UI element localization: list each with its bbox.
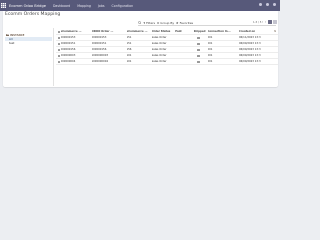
nav-item-configuration[interactable]: Configuration [112,4,134,8]
paid-label: Paid [175,30,182,33]
search-icon-svg [138,20,142,25]
ecommerce-ref-cell: 101 [126,60,132,63]
shipped-checkbox[interactable] [197,36,200,40]
odoo-order-cell: 1000000004 [91,60,109,63]
instance-header-label: INSTANCE [10,33,25,37]
shipped-checkbox[interactable] [197,42,200,46]
folder-icon [6,34,9,37]
instance-item-label: test [9,41,15,46]
pager-next-icon[interactable]: › [265,20,266,24]
filters-label: Filters [146,20,156,25]
star-icon: ★ [175,20,179,25]
order-status-label: Order Status [151,30,171,33]
app-brand[interactable]: Ecomm Odoo Bridge [9,4,46,8]
order-status-cell: Sales Order [151,60,167,63]
apps-grid-icon[interactable] [0,0,7,11]
instance-item-test[interactable]: test [5,41,52,45]
groupby-icon: ≡ [156,20,160,25]
search-input[interactable] [194,20,276,25]
orders-table: eCommerce ... ODOO Order ... eCommerce .… [56,29,278,65]
shipped-checkbox[interactable] [197,48,200,52]
nav-item-mapping[interactable]: Mapping [77,4,91,8]
filters-button[interactable]: ▾ Filters [144,21,156,25]
page-title: Ecomm Orders Mapping [5,12,61,17]
list-view-icon[interactable] [268,20,272,24]
kanban-view-icon[interactable] [273,20,277,24]
apps-grid-svg [1,3,6,8]
nav-item-jobs[interactable]: Jobs [98,4,105,8]
groupby-label: Group By [160,20,175,25]
top-navbar: Ecomm Odoo Bridge Dashboard Mapping Jobs… [0,0,280,11]
shipped-checkbox[interactable] [197,54,200,58]
ecommerce-order-cell: 000000004 [60,60,76,63]
table-row[interactable]: 000000004 1000000004 101 Sales Order 001… [56,59,278,65]
connection-cell: 001 [207,60,213,63]
systray [259,3,276,6]
systray-chat-icon[interactable] [259,3,262,6]
favorites-label: Favorites [179,20,194,25]
pager-prev-icon[interactable]: ‹ [262,20,263,24]
groupby-button[interactable]: ≡ Group By [157,21,175,25]
search-icon[interactable] [138,20,142,25]
created-on-cell: 06/09/2023 13:3 [239,60,261,63]
favorites-button[interactable]: ★ Favorites [176,21,193,25]
filter-icon: ▾ [143,20,146,25]
shipped-checkbox[interactable] [197,60,200,64]
pager-value[interactable]: 1-5 / 5 [253,21,261,24]
systray-activity-icon[interactable] [266,3,269,6]
instance-searchpanel: INSTANCE All test [5,33,52,45]
nav-item-dashboard[interactable]: Dashboard [53,4,70,8]
user-avatar[interactable] [273,3,276,6]
